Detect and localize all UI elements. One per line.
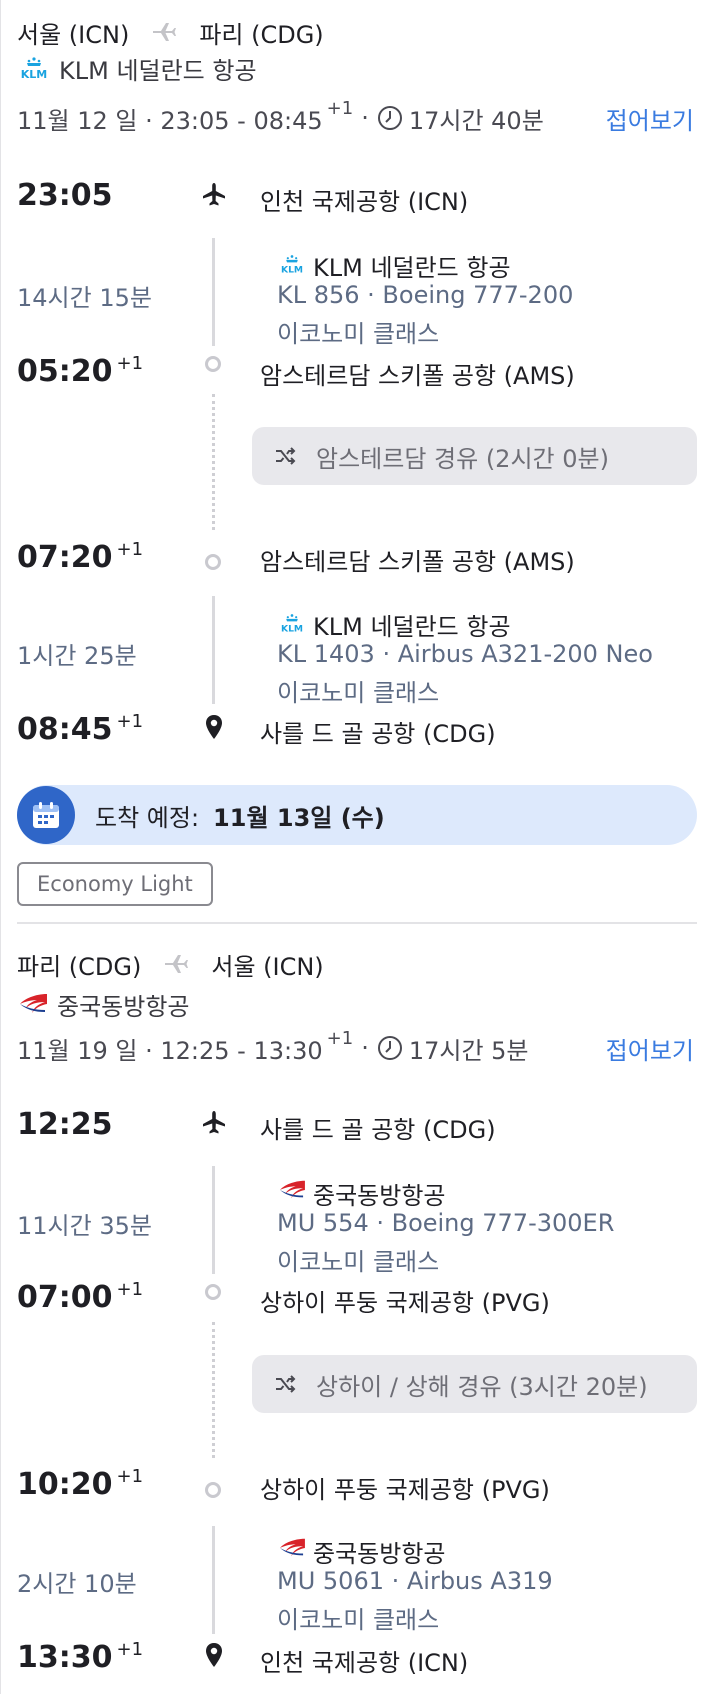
inbound-seg2-duration: 2시간 10분 (17, 1570, 137, 1598)
inbound-seg1-flight: MU 554 · Boeing 777-300ER (277, 1209, 615, 1237)
outbound-layover: 암스테르담 경유 (2시간 0분) (252, 427, 697, 485)
layover-dotted-line (212, 394, 215, 530)
inbound-arr1-airport: 상하이 푸둥 국제공항 (PVG) (260, 1289, 550, 1317)
plane-icon (151, 22, 177, 42)
inbound-destination: 서울 (ICN) (211, 952, 324, 981)
inbound-meta: 11월 19 일 · 12:25 - 13:30 +1 · 17시간 5분 접어… (17, 1027, 694, 1066)
inbound-arr1-time: 07:00 +1 (17, 1279, 144, 1315)
inbound-seg1-airline-name: 중국동방항공 (313, 1182, 446, 1210)
clock-icon (377, 105, 403, 131)
klm-logo-icon: KLM (277, 252, 307, 280)
takeoff-icon (199, 1108, 229, 1138)
inbound-origin: 파리 (CDG) (17, 952, 142, 981)
outbound-date-time: 11월 12 일 · 23:05 - 08:45 (17, 106, 323, 135)
stop-circle-icon (205, 356, 221, 372)
outbound-arr1-airport: 암스테르담 스키폴 공항 (AMS) (260, 362, 575, 390)
outbound-layover-text: 암스테르담 경유 (2시간 0분) (316, 444, 609, 473)
outbound-collapse-link[interactable]: 접어보기 (606, 101, 694, 136)
segment-line (212, 238, 215, 346)
arrival-notice: 도착 예정: 11월 13일 (수) (17, 785, 697, 845)
inbound-arr2-time: 13:30 +1 (17, 1639, 144, 1675)
outbound-seg1-cabin: 이코노미 클래스 (277, 320, 440, 348)
outbound-dep-airport: 인천 국제공항 (ICN) (260, 188, 469, 216)
outbound-arr2-airport: 사를 드 골 공항 (CDG) (260, 720, 496, 748)
outbound-total-duration: 17시간 40분 (408, 106, 544, 135)
inbound-dep-time: 12:25 (17, 1107, 113, 1142)
stop-circle-icon (205, 554, 221, 570)
klm-logo-icon: KLM (277, 611, 307, 639)
calendar-icon (17, 786, 75, 844)
outbound-route: 서울 (ICN) 파리 (CDG) (0, 12, 710, 52)
outbound-meta: 11월 12 일 · 23:05 - 08:45 +1 · 17시간 40분 접… (17, 97, 694, 136)
outbound-seg2-duration: 1시간 25분 (17, 642, 137, 670)
divider (17, 922, 697, 924)
inbound-arr2-airport: 인천 국제공항 (ICN) (260, 1649, 469, 1677)
outbound-seg1-airline-name: KLM 네덜란드 항공 (313, 254, 511, 282)
inbound-airline: 중국동방항공 (0, 986, 710, 1022)
china-eastern-logo-icon (17, 991, 49, 1017)
inbound-route: 파리 (CDG) 서울 (ICN) (0, 944, 710, 984)
inbound-total-duration: 17시간 5분 (408, 1036, 529, 1065)
inbound-seg2-airline: 중국동방항공 (277, 1534, 445, 1569)
inbound-dep-airport: 사를 드 골 공항 (CDG) (260, 1116, 496, 1144)
location-pin-icon (199, 1640, 229, 1672)
china-eastern-logo-icon (277, 1536, 307, 1566)
outbound-seg2-cabin: 이코노미 클래스 (277, 679, 440, 707)
arrival-label: 도착 예정: (95, 803, 200, 832)
outbound-seg1-duration: 14시간 15분 (17, 284, 152, 312)
inbound-layover: 상하이 / 상해 경유 (3시간 20분) (252, 1355, 697, 1413)
outbound-arr1-time: 05:20 +1 (17, 353, 144, 389)
outbound-seg1-airline: KLM KLM 네덜란드 항공 (277, 248, 511, 283)
klm-logo-icon: KLM (17, 56, 51, 80)
inbound-seg2-cabin: 이코노미 클래스 (277, 1606, 440, 1634)
outbound-destination: 파리 (CDG) (199, 20, 324, 49)
inbound-seg1-duration: 11시간 35분 (17, 1212, 152, 1240)
outbound-seg2-flight: KL 1403 · Airbus A321-200 Neo (277, 640, 653, 668)
outbound-airline: KLM KLM 네덜란드 항공 (0, 50, 710, 86)
inbound-seg1-airline: 중국동방항공 (277, 1176, 445, 1211)
clock-icon (377, 1035, 403, 1061)
inbound-seg2-flight: MU 5061 · Airbus A319 (277, 1567, 553, 1595)
svg-text:KLM: KLM (21, 68, 47, 80)
layover-dotted-line (212, 1322, 215, 1458)
outbound-origin: 서울 (ICN) (17, 20, 130, 49)
left-border (0, 0, 1, 1694)
inbound-seg2-airline-name: 중국동방항공 (313, 1540, 446, 1568)
inbound-dep2-time: 10:20 +1 (17, 1466, 144, 1502)
inbound-dep2-airport: 상하이 푸둥 국제공항 (PVG) (260, 1476, 550, 1504)
outbound-dep2-time: 07:20 +1 (17, 539, 144, 575)
inbound-airline-name: 중국동방항공 (57, 992, 190, 1021)
inbound-date-time: 11월 19 일 · 12:25 - 13:30 (17, 1036, 323, 1065)
shuffle-icon (274, 1374, 298, 1394)
china-eastern-logo-icon (277, 1178, 307, 1208)
outbound-airline-name: KLM 네덜란드 항공 (59, 56, 257, 85)
svg-text:KLM: KLM (281, 264, 303, 274)
outbound-dep-time: 23:05 (17, 178, 113, 213)
segment-line (212, 1166, 215, 1274)
location-pin-icon (199, 712, 229, 744)
outbound-seg2-airline: KLM KLM 네덜란드 항공 (277, 607, 511, 642)
segment-line (212, 596, 215, 704)
outbound-plus-day: +1 (326, 97, 354, 119)
outbound-seg2-airline-name: KLM 네덜란드 항공 (313, 613, 511, 641)
svg-text:KLM: KLM (281, 623, 303, 633)
segment-line (212, 1526, 215, 1634)
fare-badge: Economy Light (17, 862, 213, 906)
stop-circle-icon (205, 1284, 221, 1300)
takeoff-icon (199, 180, 229, 210)
shuffle-icon (274, 446, 298, 466)
arrival-date: 11월 13일 (수) (213, 803, 385, 832)
inbound-collapse-link[interactable]: 접어보기 (606, 1031, 694, 1066)
inbound-seg1-cabin: 이코노미 클래스 (277, 1248, 440, 1276)
inbound-plus-day: +1 (326, 1027, 354, 1049)
stop-circle-icon (205, 1482, 221, 1498)
inbound-layover-text: 상하이 / 상해 경유 (3시간 20분) (316, 1372, 648, 1401)
outbound-seg1-flight: KL 856 · Boeing 777-200 (277, 281, 574, 309)
outbound-dep2-airport: 암스테르담 스키폴 공항 (AMS) (260, 548, 575, 576)
outbound-arr2-time: 08:45 +1 (17, 711, 144, 747)
plane-icon (163, 954, 189, 974)
